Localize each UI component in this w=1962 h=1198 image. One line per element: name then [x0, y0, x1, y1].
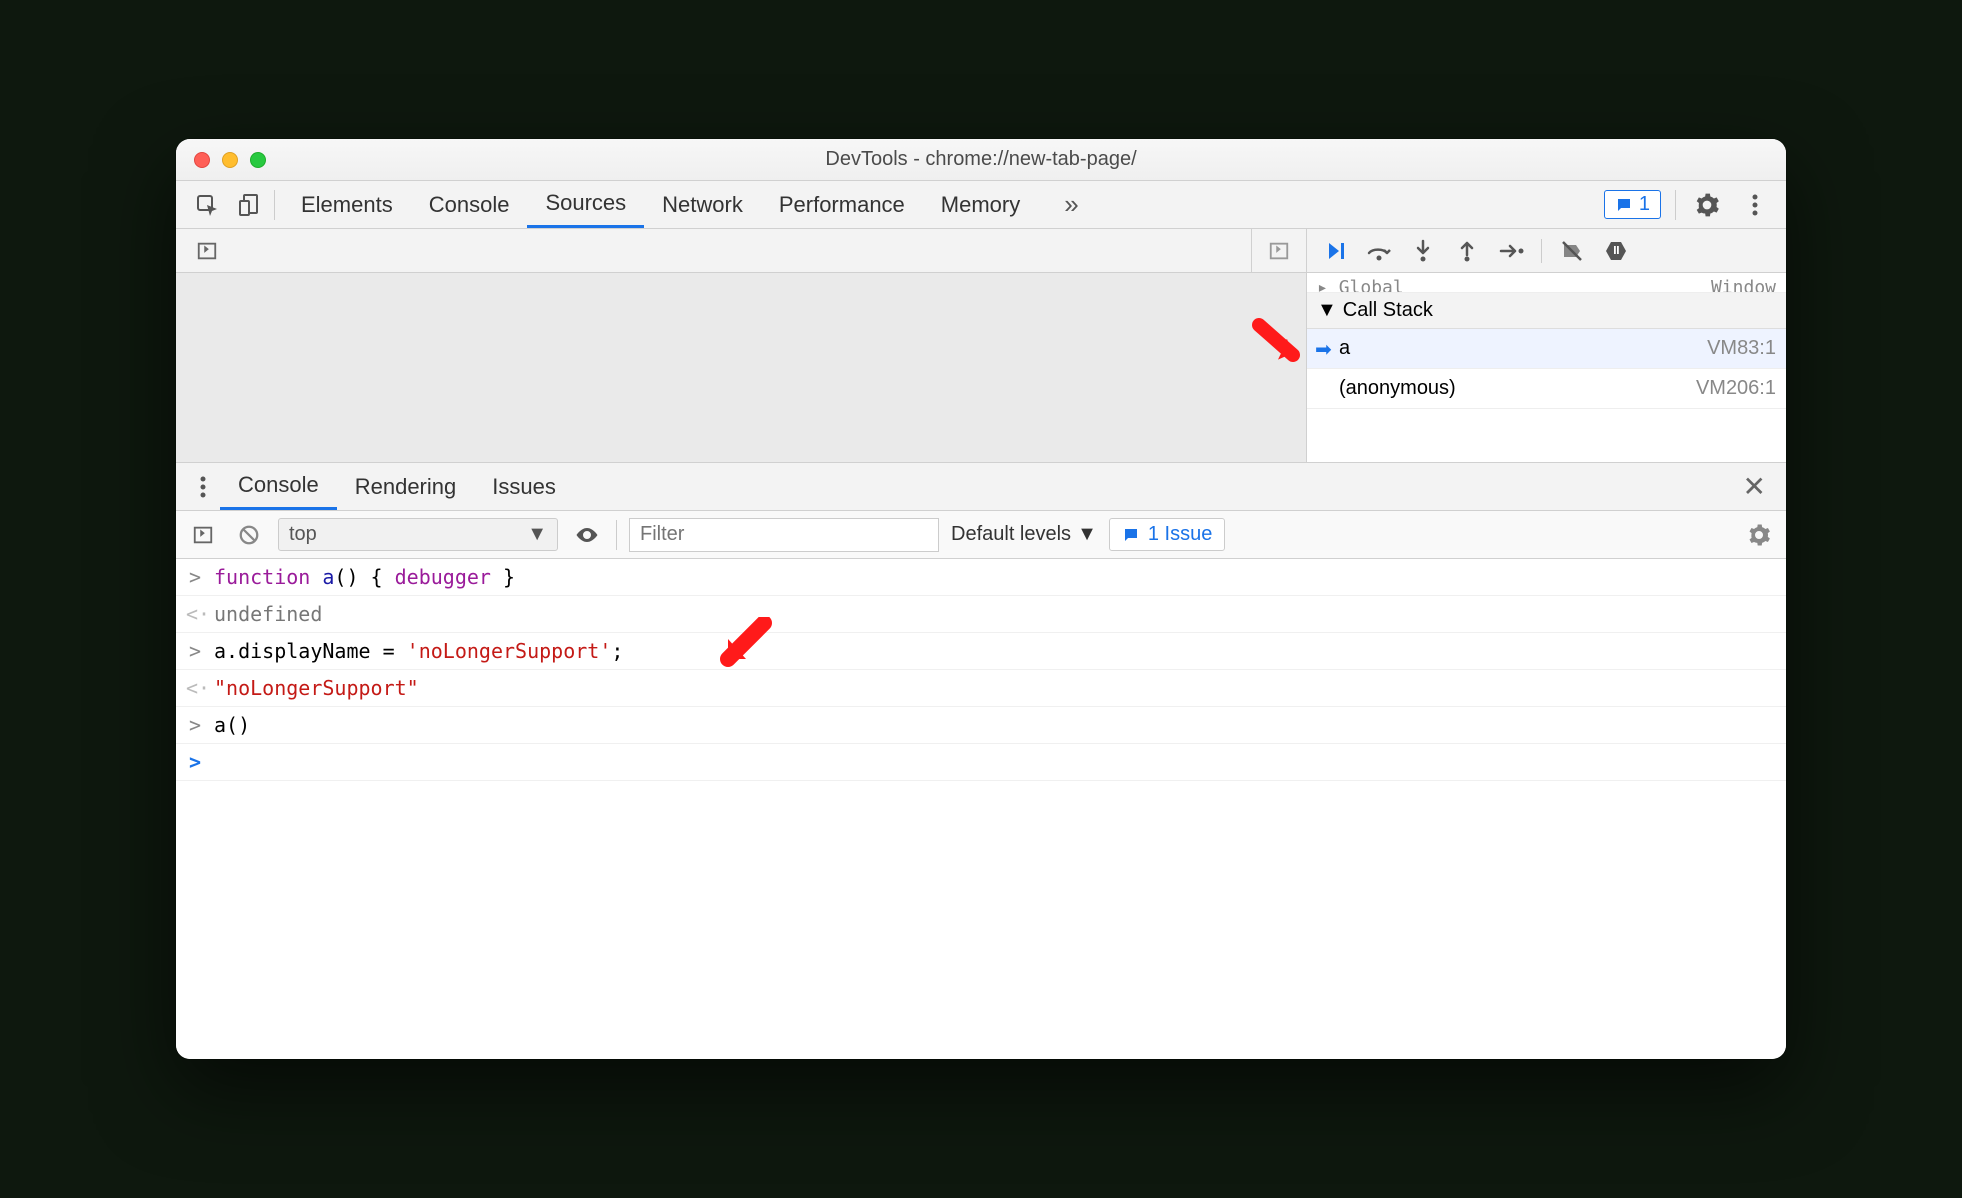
- drawer-close-button[interactable]: ✕: [1733, 470, 1776, 503]
- inspect-element-icon[interactable]: [190, 188, 224, 222]
- resume-button[interactable]: [1321, 237, 1349, 265]
- drawer-tab-console[interactable]: Console: [220, 463, 337, 510]
- input-marker-icon: >: [186, 713, 204, 737]
- more-tabs-button[interactable]: »: [1046, 181, 1096, 228]
- console-sidebar-toggle-icon[interactable]: [186, 518, 220, 552]
- issues-count: 1: [1639, 193, 1650, 216]
- divider: [274, 190, 275, 220]
- tab-performance[interactable]: Performance: [761, 181, 923, 228]
- filter-input[interactable]: [629, 518, 939, 552]
- debugger-controls: [1306, 229, 1786, 272]
- clear-console-icon[interactable]: [232, 518, 266, 552]
- tab-memory[interactable]: Memory: [923, 181, 1038, 228]
- devtools-window: DevTools - chrome://new-tab-page/ Elemen…: [176, 139, 1786, 1059]
- drawer-tabs: ConsoleRenderingIssues ✕: [176, 463, 1786, 511]
- output-marker-icon: <·: [186, 676, 204, 700]
- console-row-prompt[interactable]: >: [176, 744, 1786, 781]
- code-editor-area[interactable]: [176, 273, 1306, 463]
- scope-global-row[interactable]: ▸ Global Window: [1307, 273, 1786, 293]
- call-stack-header[interactable]: ▼Call Stack: [1307, 293, 1786, 329]
- step-into-button[interactable]: [1409, 237, 1437, 265]
- main-tabs: ElementsConsoleSourcesNetworkPerformance…: [176, 181, 1786, 229]
- step-out-button[interactable]: [1453, 237, 1481, 265]
- sources-toolbar: [176, 229, 1786, 273]
- tab-elements[interactable]: Elements: [283, 181, 411, 228]
- console-row-output: <·"noLongerSupport": [176, 670, 1786, 707]
- drawer-menu-icon[interactable]: [186, 470, 220, 504]
- tab-console[interactable]: Console: [411, 181, 528, 228]
- prompt-marker-icon: >: [186, 750, 204, 774]
- stack-frame[interactable]: (anonymous)VM206:1: [1307, 369, 1786, 409]
- settings-gear-icon[interactable]: [1690, 188, 1724, 222]
- console-log[interactable]: >function a() { debugger }<·undefined>a.…: [176, 559, 1786, 1059]
- deactivate-breakpoints-button[interactable]: [1558, 237, 1586, 265]
- tab-network[interactable]: Network: [644, 181, 761, 228]
- device-toggle-icon[interactable]: [232, 188, 266, 222]
- console-row-input: >a(): [176, 707, 1786, 744]
- sources-body: ▸ Global Window ▼Call Stack ➡aVM83:1(ano…: [176, 273, 1786, 463]
- drawer-tab-rendering[interactable]: Rendering: [337, 463, 475, 510]
- live-expression-icon[interactable]: [570, 518, 604, 552]
- divider: [1675, 190, 1676, 220]
- context-selector[interactable]: top▼: [278, 518, 558, 551]
- step-over-button[interactable]: [1365, 237, 1393, 265]
- titlebar: DevTools - chrome://new-tab-page/: [176, 139, 1786, 181]
- more-menu-icon[interactable]: [1738, 188, 1772, 222]
- console-row-input: >a.displayName = 'noLongerSupport';: [176, 633, 1786, 670]
- tab-sources[interactable]: Sources: [527, 181, 644, 228]
- console-row-input: >function a() { debugger }: [176, 559, 1786, 596]
- debugger-sidebar: ▸ Global Window ▼Call Stack ➡aVM83:1(ano…: [1306, 273, 1786, 463]
- stack-frame[interactable]: ➡aVM83:1: [1307, 329, 1786, 369]
- log-level-selector[interactable]: Default levels▼: [951, 523, 1097, 546]
- input-marker-icon: >: [186, 639, 204, 663]
- console-toolbar: top▼ Default levels▼ 1 Issue: [176, 511, 1786, 559]
- window-title: DevTools - chrome://new-tab-page/: [176, 148, 1786, 171]
- show-debugger-icon[interactable]: [1262, 234, 1296, 268]
- console-row-output: <·undefined: [176, 596, 1786, 633]
- output-marker-icon: <·: [186, 602, 204, 626]
- step-button[interactable]: [1497, 237, 1525, 265]
- issues-badge[interactable]: 1: [1604, 190, 1661, 219]
- console-settings-icon[interactable]: [1742, 518, 1776, 552]
- show-navigator-icon[interactable]: [190, 234, 224, 268]
- input-marker-icon: >: [186, 565, 204, 589]
- pause-exceptions-button[interactable]: [1602, 237, 1630, 265]
- drawer-tab-issues[interactable]: Issues: [474, 463, 574, 510]
- issues-link[interactable]: 1 Issue: [1109, 518, 1225, 551]
